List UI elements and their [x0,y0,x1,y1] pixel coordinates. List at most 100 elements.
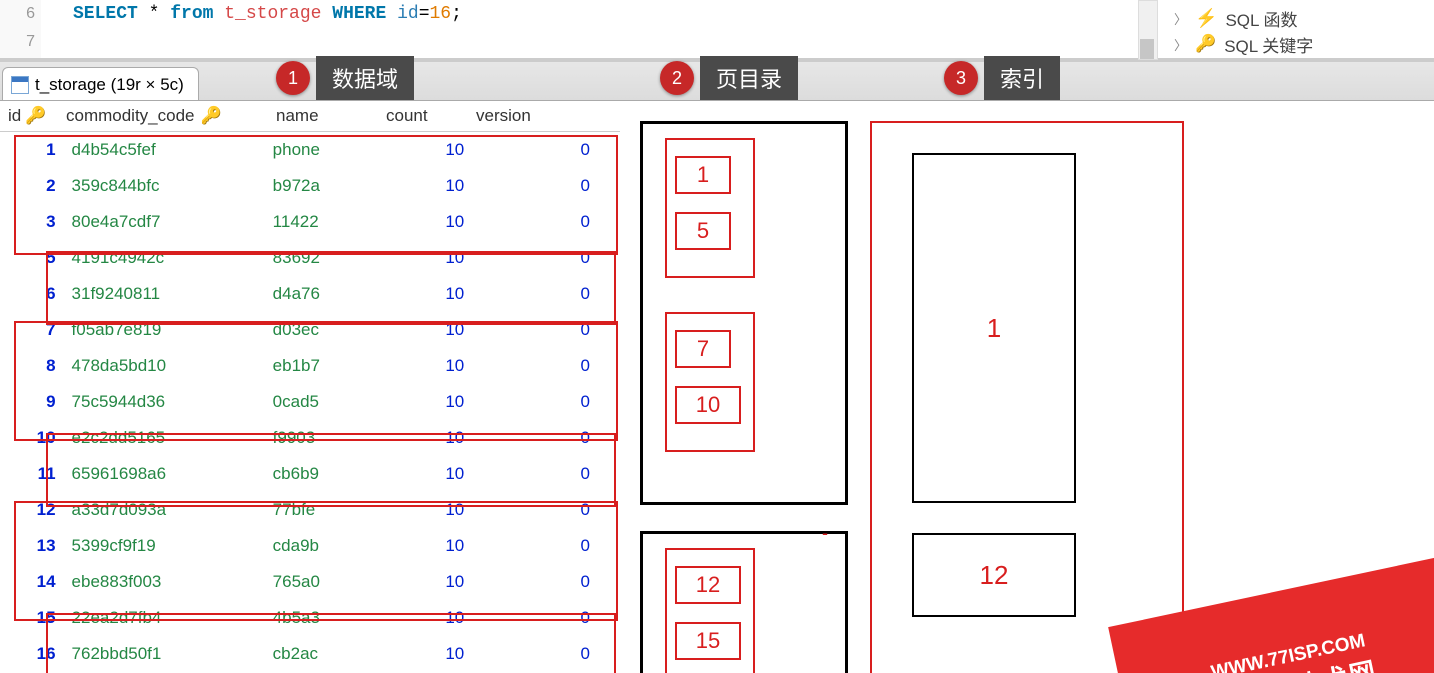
slot-group: 12 15 [665,548,755,673]
key-icon: 🔑 [201,106,222,126]
cell-id: 2 [0,176,72,196]
annotation-number: 3 [944,61,978,95]
cell-count: 10 [378,356,494,376]
cell-commodity-code: 22ea2d7fb4 [72,608,273,628]
cell-name: cb6b9 [273,464,378,484]
sql-editor[interactable]: 6 7 SELECT * from t_storage WHERE id=16;… [0,0,1434,62]
cell-version: 0 [494,464,620,484]
cell-version: 0 [494,608,620,628]
cell-count: 10 [378,572,494,592]
cell-count: 10 [378,392,494,412]
cell-count: 10 [378,536,494,556]
table-row[interactable]: 631f9240811d4a76100 [0,276,620,312]
table-row[interactable]: 16762bbd50f1cb2ac100 [0,636,620,672]
cell-name: 11422 [273,212,378,232]
cell-count: 10 [378,500,494,520]
assist-panel: 〉 ⚡ SQL 函数 〉 🔑 SQL 关键字 [1164,0,1434,55]
cell-name: 765a0 [273,572,378,592]
annotation-number: 2 [660,61,694,95]
grid-body[interactable]: 1d4b54c5fefphone1002359c844bfcb972a10038… [0,132,620,672]
cell-version: 0 [494,428,620,448]
cell-id: 6 [0,284,72,304]
result-grid[interactable]: id 🔑 commodity_code 🔑 name count version… [0,101,620,672]
cell-version: 0 [494,536,620,556]
cell-id: 15 [0,608,72,628]
cell-commodity-code: 762bbd50f1 [72,644,273,664]
cell-name: 0cad5 [273,392,378,412]
page-directory-diagram: 1 5 7 10 12 15 [640,121,830,673]
col-commodity-code[interactable]: commodity_code [66,106,195,126]
slot-value: 5 [675,212,731,250]
annotation-data-region: 1 数据域 [276,56,414,100]
cell-name: cda9b [273,536,378,556]
result-tab[interactable]: t_storage (19r × 5c) [2,67,199,100]
cell-name: 83692 [273,248,378,268]
table-row[interactable]: 10e2c2dd5165f9903100 [0,420,620,456]
key-icon: 🔑 [25,106,46,126]
assist-item-sql-keywords[interactable]: 〉 🔑 SQL 关键字 [1164,31,1434,57]
table-row[interactable]: 135399cf9f19cda9b100 [0,528,620,564]
slot-value: 15 [675,622,741,660]
cell-name: 77bfe [273,500,378,520]
table-row[interactable]: 380e4a7cdf711422100 [0,204,620,240]
cell-id: 14 [0,572,72,592]
table-row[interactable]: 14ebe883f003765a0100 [0,564,620,600]
index-diagram: 1 12 [870,121,1184,673]
key-icon: 🔑 [1195,34,1216,54]
table-icon [11,76,29,94]
cell-id: 16 [0,644,72,664]
col-name[interactable]: name [276,106,386,126]
table-row[interactable]: 8478da5bd10eb1b7100 [0,348,620,384]
line-number: 7 [0,28,35,56]
table-row[interactable]: 7f05ab7e819d03ec100 [0,312,620,348]
scrollbar-handle[interactable] [1140,39,1154,59]
col-count[interactable]: count [386,106,476,126]
cell-count: 10 [378,320,494,340]
annotation-label: 索引 [984,56,1060,100]
tab-label: t_storage (19r × 5c) [35,75,184,95]
cell-version: 0 [494,320,620,340]
code-line[interactable]: SELECT * from t_storage WHERE id=16; [41,0,462,58]
cell-count: 10 [378,212,494,232]
chevron-right-icon: 〉 [1174,35,1187,54]
table-row[interactable]: 1165961698a6cb6b9100 [0,456,620,492]
cell-commodity-code: 80e4a7cdf7 [72,212,273,232]
cell-id: 13 [0,536,72,556]
cell-id: 12 [0,500,72,520]
col-version[interactable]: version [476,106,576,126]
table-row[interactable]: 975c5944d360cad5100 [0,384,620,420]
annotation-label: 数据域 [316,56,414,100]
cell-name: d03ec [273,320,378,340]
slot-value: 1 [675,156,731,194]
cell-commodity-code: d4b54c5fef [72,140,273,160]
cell-version: 0 [494,392,620,412]
cell-id: 5 [0,248,72,268]
table-row[interactable]: 1d4b54c5fefphone100 [0,132,620,168]
vertical-scrollbar[interactable] [1138,0,1158,60]
table-row[interactable]: 2359c844bfcb972a100 [0,168,620,204]
cell-commodity-code: 4191c4942c [72,248,273,268]
cell-count: 10 [378,428,494,448]
lightning-icon: ⚡ [1195,8,1217,29]
cell-version: 0 [494,248,620,268]
slot-value: 10 [675,386,741,424]
cell-name: cb2ac [273,644,378,664]
assist-label: SQL 函数 [1225,6,1297,31]
table-row[interactable]: 1522ea2d7fb44b5a3100 [0,600,620,636]
cell-commodity-code: e2c2dd5165 [72,428,273,448]
cell-count: 10 [378,608,494,628]
cell-name: eb1b7 [273,356,378,376]
line-number: 6 [0,0,35,28]
cell-commodity-code: 359c844bfc [72,176,273,196]
cell-commodity-code: 5399cf9f19 [72,536,273,556]
cell-version: 0 [494,356,620,376]
assist-item-sql-functions[interactable]: 〉 ⚡ SQL 函数 [1164,5,1434,31]
col-id[interactable]: id [8,106,21,126]
assist-label: SQL 关键字 [1224,32,1313,57]
index-entry: 12 [912,533,1076,617]
table-row[interactable]: 12a33d7d093a77bfe100 [0,492,620,528]
table-row[interactable]: 54191c4942c83692100 [0,240,620,276]
page-block: 1 5 7 10 [640,121,848,505]
cell-version: 0 [494,140,620,160]
cell-commodity-code: 65961698a6 [72,464,273,484]
